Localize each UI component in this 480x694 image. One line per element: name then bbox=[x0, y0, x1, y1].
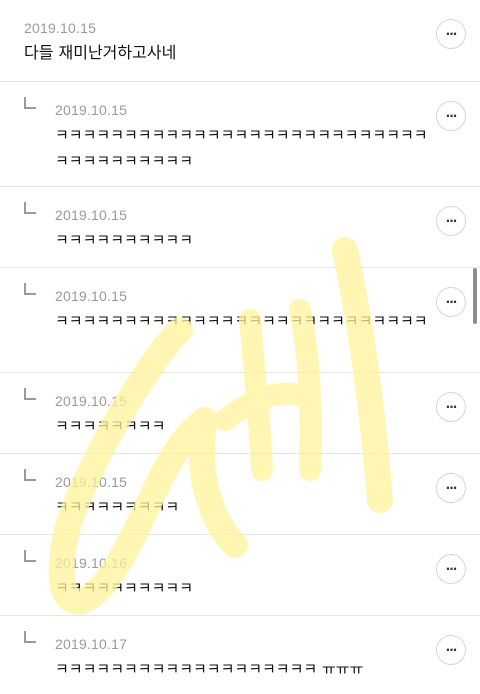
more-icon: ··· bbox=[445, 109, 458, 123]
more-options-button[interactable]: ··· bbox=[436, 392, 466, 422]
reply-arrow-icon bbox=[24, 283, 36, 295]
more-options-button[interactable]: ··· bbox=[436, 287, 466, 317]
comment-text: ㅋㅋㅋㅋㅋㅋㅋㅋㅋㅋ bbox=[55, 579, 194, 597]
reply-item: 2019.10.16 ㅋㅋㅋㅋㅋㅋㅋㅋㅋㅋ ··· bbox=[0, 535, 480, 616]
reply-item: 2019.10.15 ㅋㅋㅋㅋㅋㅋㅋㅋㅋㅋㅋㅋㅋㅋㅋㅋㅋㅋㅋㅋㅋㅋㅋㅋㅋㅋㅋ ·… bbox=[0, 268, 480, 373]
scrollbar-thumb[interactable] bbox=[473, 268, 477, 324]
more-icon: ··· bbox=[445, 295, 458, 309]
more-options-button[interactable]: ··· bbox=[436, 554, 466, 584]
comment-text: ㅋㅋㅋㅋㅋㅋㅋㅋ bbox=[55, 417, 166, 435]
comment-text: ㅋㅋㅋㅋㅋㅋㅋㅋㅋㅋ bbox=[55, 231, 194, 249]
more-icon: ··· bbox=[445, 481, 458, 495]
comment-text: ㅋㅋㅋㅋㅋㅋㅋㅋㅋㅋㅋㅋㅋㅋㅋㅋㅋㅋㅋㅋㅋㅋㅋㅋㅋㅋㅋㅋㅋㅋㅋㅋㅋㅋㅋㅋㅋ bbox=[55, 126, 428, 170]
comment-text: ㅋㅋㅋㅋㅋㅋㅋㅋㅋㅋㅋㅋㅋㅋㅋㅋㅋㅋㅋ ㅠㅠㅠ bbox=[55, 660, 364, 678]
more-icon: ··· bbox=[445, 643, 458, 657]
more-icon: ··· bbox=[445, 400, 458, 414]
comment-date: 2019.10.15 bbox=[55, 393, 128, 409]
more-icon: ··· bbox=[445, 214, 458, 228]
reply-item: 2019.10.15 ㅋㅋㅋㅋㅋㅋㅋㅋ ··· bbox=[0, 373, 480, 454]
comment-date: 2019.10.15 bbox=[55, 474, 128, 490]
comment-date: 2019.10.16 bbox=[55, 555, 128, 571]
comment-item: 2019.10.15 다들 재미난거하고사네 ··· bbox=[0, 0, 480, 82]
reply-arrow-icon bbox=[24, 469, 36, 481]
comment-date: 2019.10.17 bbox=[55, 636, 128, 652]
comment-text: 다들 재미난거하고사네 bbox=[24, 43, 177, 62]
reply-item: 2019.10.15 ㅋㅋㅋㅋㅋㅋㅋㅋㅋㅋㅋㅋㅋㅋㅋㅋㅋㅋㅋㅋㅋㅋㅋㅋㅋㅋㅋㅋㅋ… bbox=[0, 82, 480, 187]
reply-item: 2019.10.17 ㅋㅋㅋㅋㅋㅋㅋㅋㅋㅋㅋㅋㅋㅋㅋㅋㅋㅋㅋ ㅠㅠㅠ ··· bbox=[0, 616, 480, 694]
reply-item: 2019.10.15 ㅋㅋㅋㅋㅋㅋㅋㅋㅋ ··· bbox=[0, 454, 480, 535]
comment-text: ㅋㅋㅋㅋㅋㅋㅋㅋㅋ bbox=[55, 498, 180, 516]
more-icon: ··· bbox=[445, 27, 458, 41]
more-options-button[interactable]: ··· bbox=[436, 635, 466, 665]
comment-text: ㅋㅋㅋㅋㅋㅋㅋㅋㅋㅋㅋㅋㅋㅋㅋㅋㅋㅋㅋㅋㅋㅋㅋㅋㅋㅋㅋ bbox=[55, 312, 428, 330]
reply-arrow-icon bbox=[24, 202, 36, 214]
more-icon: ··· bbox=[445, 562, 458, 576]
comment-date: 2019.10.15 bbox=[55, 288, 128, 304]
more-options-button[interactable]: ··· bbox=[436, 19, 466, 49]
more-options-button[interactable]: ··· bbox=[436, 101, 466, 131]
comment-date: 2019.10.15 bbox=[55, 207, 128, 223]
comment-date: 2019.10.15 bbox=[24, 20, 97, 36]
reply-arrow-icon bbox=[24, 550, 36, 562]
reply-arrow-icon bbox=[24, 388, 36, 400]
reply-item: 2019.10.15 ㅋㅋㅋㅋㅋㅋㅋㅋㅋㅋ ··· bbox=[0, 187, 480, 268]
comment-date: 2019.10.15 bbox=[55, 102, 128, 118]
more-options-button[interactable]: ··· bbox=[436, 206, 466, 236]
reply-arrow-icon bbox=[24, 631, 36, 643]
reply-arrow-icon bbox=[24, 97, 36, 109]
more-options-button[interactable]: ··· bbox=[436, 473, 466, 503]
